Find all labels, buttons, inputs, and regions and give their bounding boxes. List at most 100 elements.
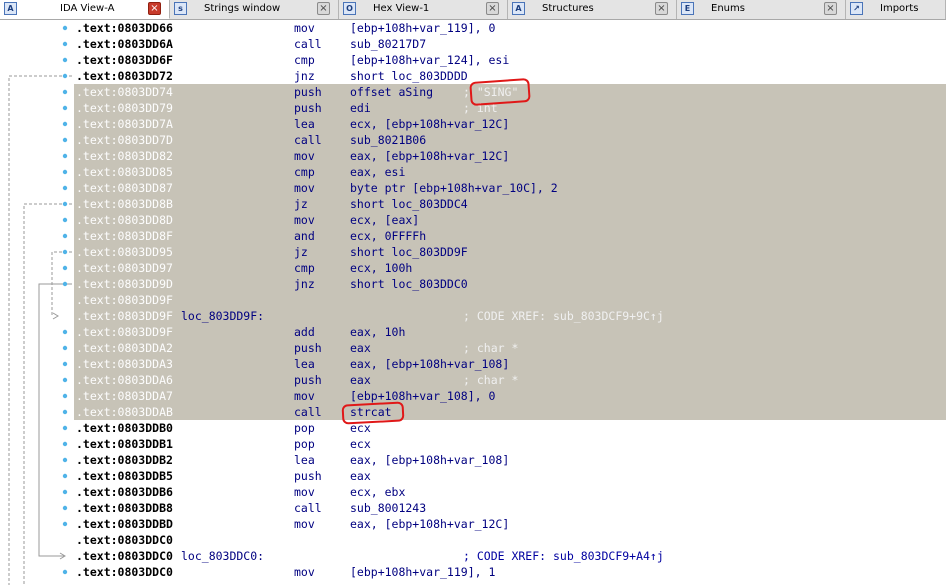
- instruction-dot-icon: [62, 185, 68, 191]
- mnemonic: mov: [294, 213, 315, 227]
- tab-bar: A IDA View-A × s Strings window × O Hex View-1 ×…: [0, 0, 946, 20]
- address: .text:0803DDA3: [76, 357, 173, 371]
- instruction-dot-icon: [62, 457, 68, 463]
- address: .text:0803DD97: [76, 261, 173, 275]
- jnz-arrow-loc-803ddc0: [38, 283, 72, 557]
- operands: eax, esi: [350, 165, 406, 179]
- code-line[interactable]: .text:0803DD66 mov [ebp+108h+var_119], 0: [74, 20, 946, 36]
- mnemonic: mov: [294, 389, 315, 403]
- code-line[interactable]: .text:0803DD6F cmp [ebp+108h+var_124], esi: [74, 52, 946, 68]
- comment: ; char *: [463, 373, 519, 387]
- disassembly-listing[interactable]: .text:0803DD66 mov [ebp+108h+var_119], 0 .t…: [0, 20, 946, 585]
- mnemonic: lea: [294, 453, 315, 467]
- address: .text:0803DDB0: [76, 421, 173, 435]
- instruction-dot-icon: [62, 201, 68, 207]
- code-line[interactable]: .text:0803DD87 mov byte ptr [ebp+108h+var_…: [74, 180, 946, 196]
- address: .text:0803DDB1: [76, 437, 173, 451]
- code-line[interactable]: .text:0803DDBD mov eax, [ebp+108h+var_12C]: [74, 516, 946, 532]
- tab-strings-window[interactable]: s Strings window ×: [170, 0, 339, 19]
- code-line[interactable]: .text:0803DD7D call sub_8021B06: [74, 132, 946, 148]
- code-line[interactable]: .text:0803DDAB call strcat: [74, 404, 946, 420]
- code-line[interactable]: .text:0803DD8B jz short loc_803DDC4: [74, 196, 946, 212]
- close-tab-icon[interactable]: ×: [148, 2, 161, 15]
- operands: ecx, ebx: [350, 485, 406, 499]
- instruction-dot-icon: [62, 505, 68, 511]
- code-line[interactable]: .text:0803DD9F: [74, 292, 946, 308]
- code-line[interactable]: .text:0803DDA7 mov [ebp+108h+var_108], 0: [74, 388, 946, 404]
- mnemonic: mov: [294, 21, 315, 35]
- instruction-dot-icon: [62, 217, 68, 223]
- code-line[interactable]: .text:0803DDB6 mov ecx, ebx: [74, 484, 946, 500]
- code-line[interactable]: .text:0803DDB0 pop ecx: [74, 420, 946, 436]
- operands: ecx, [eax]: [350, 213, 420, 227]
- instruction-dot-icon: [62, 89, 68, 95]
- code-line[interactable]: .text:0803DD85 cmp eax, esi: [74, 164, 946, 180]
- instruction-dot-icon: [62, 473, 68, 479]
- instruction-dot-icon: [62, 329, 68, 335]
- comment: ; CODE XREF: sub_803DCF9+A4↑j: [463, 549, 664, 563]
- code-line[interactable]: .text:0803DDB8 call sub_8001243: [74, 500, 946, 516]
- mnemonic: push: [294, 341, 322, 355]
- code-line[interactable]: .text:0803DD95 jz short loc_803DD9F: [74, 244, 946, 260]
- operands: short loc_803DDC0: [350, 277, 468, 291]
- code-line[interactable]: .text:0803DDC0 loc_803DDC0: ; CODE XREF: s…: [74, 548, 946, 564]
- instruction-dot-icon: [62, 409, 68, 415]
- close-tab-icon[interactable]: ×: [486, 2, 499, 15]
- instruction-dot-icon: [62, 233, 68, 239]
- mnemonic: push: [294, 101, 322, 115]
- code-line[interactable]: .text:0803DD9F loc_803DD9F: ; CODE XREF: s…: [74, 308, 946, 324]
- tab-hex-view-1[interactable]: O Hex View-1 ×: [339, 0, 508, 19]
- mnemonic: jnz: [294, 69, 315, 83]
- code-line[interactable]: .text:0803DD8D mov ecx, [eax]: [74, 212, 946, 228]
- code-line[interactable]: .text:0803DDB1 pop ecx: [74, 436, 946, 452]
- tab-label: Strings window: [204, 3, 281, 14]
- instruction-dot-icon: [62, 41, 68, 47]
- mnemonic: pop: [294, 421, 315, 435]
- instruction-dot-icon: [62, 137, 68, 143]
- address: .text:0803DDBD: [76, 517, 173, 531]
- operands: ecx, 0FFFFh: [350, 229, 427, 243]
- tab-imports[interactable]: ↗ Imports: [846, 0, 946, 19]
- mnemonic: push: [294, 469, 322, 483]
- jnz-arrow-loc-803dddd: [8, 75, 72, 585]
- operands: byte ptr [ebp+108h+var_10C], 2: [350, 181, 558, 195]
- code-line[interactable]: .text:0803DDA3 lea eax, [ebp+108h+var_108]: [74, 356, 946, 372]
- code-line[interactable]: .text:0803DD8F and ecx, 0FFFFh: [74, 228, 946, 244]
- code-line[interactable]: .text:0803DDC0 mov [ebp+108h+var_119], 1: [74, 564, 946, 580]
- tab-ida-view-a[interactable]: A IDA View-A ×: [0, 0, 170, 19]
- close-tab-icon[interactable]: ×: [317, 2, 330, 15]
- code-line[interactable]: .text:0803DD9D jnz short loc_803DDC0: [74, 276, 946, 292]
- mnemonic: lea: [294, 357, 315, 371]
- code-line[interactable]: .text:0803DD9F add eax, 10h: [74, 324, 946, 340]
- code-line[interactable]: .text:0803DDB5 push eax: [74, 468, 946, 484]
- tab-structures[interactable]: A Structures ×: [508, 0, 677, 19]
- code-line[interactable]: .text:0803DD7A lea ecx, [ebp+108h+var_12C]: [74, 116, 946, 132]
- instruction-dot-icon: [62, 569, 68, 575]
- address: .text:0803DDC0: [76, 533, 173, 547]
- tab-label: Imports: [880, 3, 919, 14]
- address: .text:0803DDB5: [76, 469, 173, 483]
- instruction-dot-icon: [62, 281, 68, 287]
- code-line[interactable]: .text:0803DDA2 push eax ; char *: [74, 340, 946, 356]
- code-line[interactable]: .text:0803DD97 cmp ecx, 100h: [74, 260, 946, 276]
- code-line[interactable]: .text:0803DD6A call sub_80217D7: [74, 36, 946, 52]
- address: .text:0803DD72: [76, 69, 173, 83]
- address: .text:0803DDC0: [76, 565, 173, 579]
- instruction-dot-icon: [62, 121, 68, 127]
- instruction-dot-icon: [62, 425, 68, 431]
- code-line[interactable]: .text:0803DDB2 lea eax, [ebp+108h+var_108]: [74, 452, 946, 468]
- code-line[interactable]: .text:0803DDC0: [74, 532, 946, 548]
- mnemonic: push: [294, 373, 322, 387]
- close-tab-icon[interactable]: ×: [824, 2, 837, 15]
- code-line[interactable]: .text:0803DD82 mov eax, [ebp+108h+var_12C]: [74, 148, 946, 164]
- instruction-dot-icon: [62, 249, 68, 255]
- code-line[interactable]: .text:0803DDA6 push eax ; char *: [74, 372, 946, 388]
- address: .text:0803DD79: [76, 101, 173, 115]
- mnemonic: push: [294, 85, 322, 99]
- annotation-circle-sing: [469, 77, 531, 107]
- operands: short loc_803DDC4: [350, 197, 468, 211]
- code-label: loc_803DD9F:: [181, 309, 265, 323]
- tab-enums[interactable]: E Enums ×: [677, 0, 846, 19]
- address: .text:0803DDB2: [76, 453, 173, 467]
- close-tab-icon[interactable]: ×: [655, 2, 668, 15]
